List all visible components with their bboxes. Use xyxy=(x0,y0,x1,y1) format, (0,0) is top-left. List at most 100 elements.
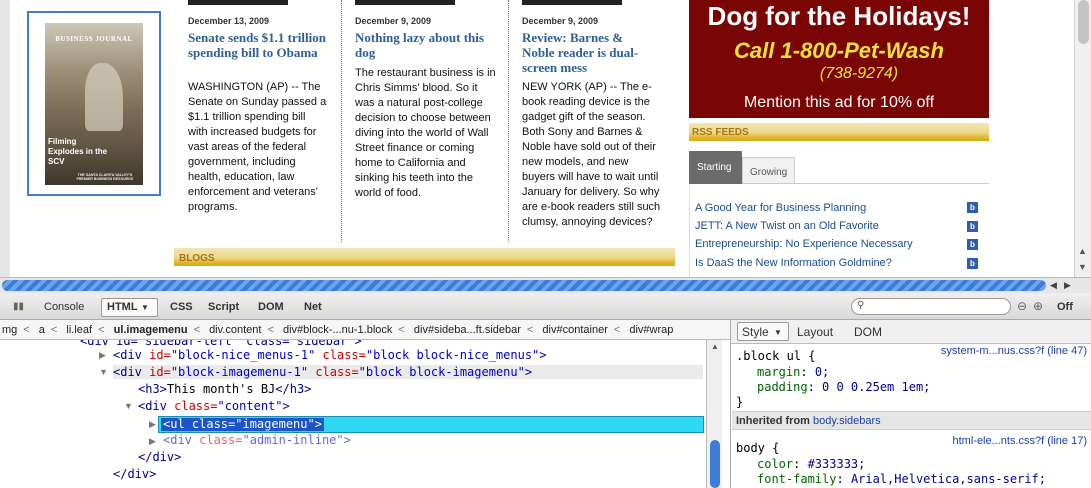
breadcrumb-item[interactable]: div#block-...nu-1.block xyxy=(283,324,392,336)
scrollbar-thumb[interactable] xyxy=(710,440,720,488)
page-horizontal-scrollbar[interactable]: ◀ ▶ xyxy=(0,277,1091,293)
tab-html[interactable]: HTML xyxy=(107,301,138,313)
feed-link[interactable]: JETT: A New Twist on an Old Favorite xyxy=(695,220,879,232)
feed-link[interactable]: Entrepreneurship: No Experience Necessar… xyxy=(695,238,913,250)
feed-link[interactable]: A Good Year for Business Planning xyxy=(695,202,866,214)
advertisement-banner[interactable]: Dog for the Holidays! Call 1-800-Pet-Was… xyxy=(689,0,989,118)
page-left-gutter xyxy=(0,0,10,277)
tab-side-dom[interactable]: DOM xyxy=(854,325,882,339)
column-divider xyxy=(508,0,509,242)
html-node-content[interactable]: <div class="content"> xyxy=(138,399,290,413)
breadcrumb-item[interactable]: div.content xyxy=(209,324,261,336)
breadcrumb-item[interactable]: div#sideba...ft.sidebar xyxy=(414,324,521,336)
scrollbar-thumb[interactable] xyxy=(1078,0,1089,44)
expand-twisty-icon[interactable]: ▶ xyxy=(99,350,106,361)
cover-masthead: BUSINESS JOURNAL xyxy=(55,35,133,43)
scroll-right-arrow-icon[interactable]: ▶ xyxy=(1064,280,1071,291)
css-property[interactable]: padding: 0 0 0.25em 1em; xyxy=(757,380,930,394)
article-title-link[interactable]: Nothing lazy about this dog xyxy=(355,30,495,60)
selected-node-text: <ul class="imagemenu"> xyxy=(161,417,324,431)
article-text: WASHINGTON (AP) -- The Senate on Sunday … xyxy=(188,81,327,213)
ad-phone: Call 1-800-Pet-Wash xyxy=(734,38,944,63)
css-selector[interactable]: .block ul { xyxy=(736,349,815,363)
breadcrumb-item[interactable]: mg xyxy=(2,324,17,336)
magazine-cover-image: BUSINESS JOURNAL Filming Explodes in the… xyxy=(45,23,143,185)
style-side-panel: Style ▼ Layout DOM .block ul { system-m.… xyxy=(730,320,1091,488)
cover-rock-formation xyxy=(85,63,123,131)
css-source-link[interactable]: html-ele...nts.css?f (line 17) xyxy=(953,435,1088,447)
side-panel-tabs: Style ▼ Layout DOM xyxy=(731,320,1091,344)
breadcrumb-item[interactable]: li.leaf xyxy=(66,324,92,336)
blogs-heading: BLOGS xyxy=(174,248,675,266)
tab-layout[interactable]: Layout xyxy=(797,325,833,339)
css-selector[interactable]: body { xyxy=(736,441,779,455)
tab-dom[interactable]: DOM xyxy=(258,301,284,313)
feed-bookmark-icon[interactable]: b xyxy=(967,202,978,213)
tab-growing[interactable]: Growing xyxy=(742,157,795,184)
scroll-left-arrow-icon[interactable]: ◀ xyxy=(1050,280,1057,291)
html-node-nice-menus[interactable]: <div id="block-nice_menus-1" class="bloc… xyxy=(113,348,547,362)
feed-bookmark-icon[interactable]: b xyxy=(967,258,978,269)
inspect-icon[interactable]: ▮▮ xyxy=(13,301,24,312)
css-property[interactable]: color: #333333; xyxy=(757,457,865,471)
tab-console[interactable]: Console xyxy=(44,301,84,313)
article-title-link[interactable]: Senate sends $1.1 trillion spending bill… xyxy=(188,30,338,60)
breadcrumb-item[interactable]: div#container xyxy=(542,324,607,336)
firebug-toolbar: ▮▮ Console HTML ▼ CSS Script DOM Net ⚲ ⊖… xyxy=(0,293,1091,320)
cover-caption: Filming Explodes in the SCV xyxy=(48,137,108,166)
html-node-imagemenu-block[interactable]: <div id="block-imagemenu-1" class="block… xyxy=(113,365,703,379)
previous-icon[interactable]: ⊖ xyxy=(1017,299,1027,313)
article-image-strip xyxy=(188,0,288,5)
expand-twisty-icon[interactable]: ▶ xyxy=(149,419,156,430)
page-vertical-scrollbar[interactable]: ▲ ▼ xyxy=(1074,0,1091,277)
column-divider xyxy=(341,0,342,242)
breadcrumb-item[interactable]: a xyxy=(39,324,45,336)
ad-headline: Dog for the Holidays! xyxy=(707,1,971,31)
article-text: The restaurant business is in Chris Simm… xyxy=(355,67,496,199)
tab-css[interactable]: CSS xyxy=(170,301,193,313)
scroll-down-arrow-icon[interactable]: ▼ xyxy=(1078,262,1087,272)
feed-bookmark-icon[interactable]: b xyxy=(967,239,978,250)
magazine-cover-link[interactable]: BUSINESS JOURNAL Filming Explodes in the… xyxy=(27,11,161,196)
inherited-from-link[interactable]: body.sidebars xyxy=(813,415,881,427)
breadcrumb-item[interactable]: div#wrap xyxy=(629,324,673,336)
css-property[interactable]: font-family: Arial,Helvetica,sans-serif; xyxy=(757,472,1046,486)
scrollbar-thumb[interactable] xyxy=(2,280,1046,291)
dropdown-arrow-icon[interactable]: ▼ xyxy=(141,303,149,312)
css-property[interactable]: margin: 0; xyxy=(757,365,829,379)
html-node-admin-inline[interactable]: <div class="admin-inline"> xyxy=(163,433,351,447)
search-icon: ⚲ xyxy=(857,300,865,311)
dropdown-arrow-icon[interactable]: ▼ xyxy=(774,328,782,337)
tab-net[interactable]: Net xyxy=(304,301,322,313)
scroll-up-arrow-icon[interactable]: ▲ xyxy=(1078,246,1087,256)
expand-twisty-icon[interactable]: ▶ xyxy=(149,436,156,447)
web-page-viewport: BUSINESS JOURNAL Filming Explodes in the… xyxy=(0,0,1091,277)
feed-bookmark-icon[interactable]: b xyxy=(967,221,978,232)
inherited-from-header: Inherited from body.sidebars xyxy=(732,411,1091,430)
off-button[interactable]: Off xyxy=(1057,301,1073,313)
article-date: December 9, 2009 xyxy=(522,16,599,26)
html-close-tag: </div> xyxy=(113,467,157,481)
tab-starting[interactable]: Starting xyxy=(689,151,742,184)
feed-link[interactable]: Is DaaS the New Information Goldmine? xyxy=(695,257,892,269)
next-icon[interactable]: ⊕ xyxy=(1033,299,1043,313)
html-node-h3[interactable]: <h3>This month's BJ</h3> xyxy=(138,382,311,396)
selected-html-node[interactable]: <ul class="imagemenu"> xyxy=(158,416,704,433)
collapse-twisty-icon[interactable]: ▼ xyxy=(124,401,133,411)
tab-style[interactable]: Style xyxy=(742,325,769,339)
rss-feed-list: A Good Year for Business Planning b JETT… xyxy=(689,184,989,277)
tab-script[interactable]: Script xyxy=(208,301,239,313)
rss-feeds-heading: RSS FEEDS xyxy=(689,123,989,141)
scroll-up-arrow-icon[interactable]: ▲ xyxy=(711,342,719,351)
article-image-strip xyxy=(522,0,622,5)
rss-tabs: Starting Growing xyxy=(689,151,989,184)
breadcrumb-item-current[interactable]: ul.imagemenu xyxy=(114,324,188,336)
css-source-link[interactable]: system-m...nus.css?f (line 47) xyxy=(941,345,1087,357)
collapse-twisty-icon[interactable]: ▼ xyxy=(99,367,108,377)
article-title-link[interactable]: Review: Barnes & Noble reader is dual-sc… xyxy=(522,30,657,75)
article-date: December 13, 2009 xyxy=(188,16,270,26)
article-date: December 9, 2009 xyxy=(355,16,432,26)
html-panel-scrollbar[interactable]: ▲ xyxy=(706,340,722,488)
firebug-search-input[interactable]: ⚲ xyxy=(851,298,1011,315)
html-tree-panel: <div id="sidebar-left" class="sidebar"> xyxy=(0,340,706,488)
